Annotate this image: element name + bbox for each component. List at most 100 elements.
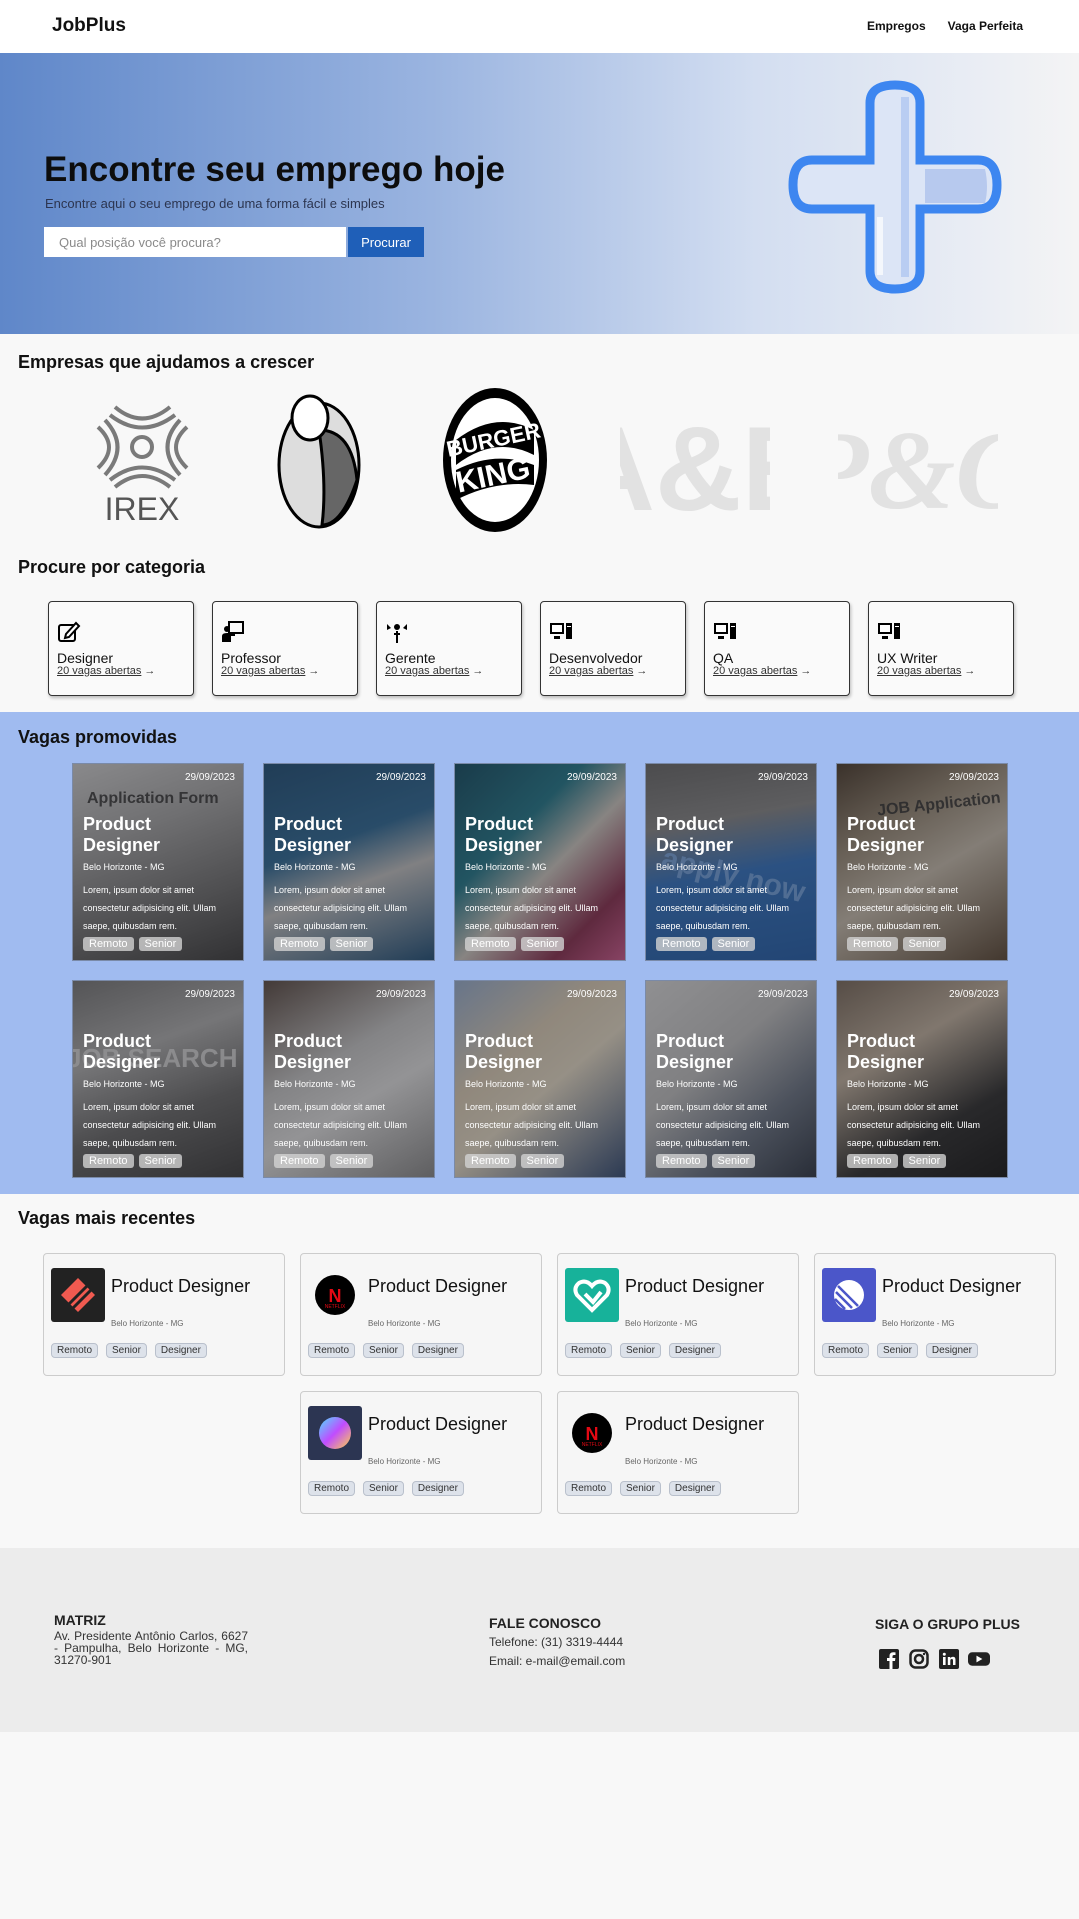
- job-tags: Remoto Senior: [656, 1154, 756, 1168]
- category-card-qa[interactable]: QA 20 vagas abertas →: [704, 601, 850, 696]
- person-logo: [272, 390, 367, 530]
- arrow-right-icon: →: [144, 665, 156, 677]
- job-title: Product Designer: [368, 1276, 508, 1296]
- recent-job-card[interactable]: N NETFLIX Product Designer Belo Horizonte…: [557, 1391, 799, 1514]
- category-card-designer[interactable]: Designer 20 vagas abertas →: [48, 601, 194, 696]
- category-openings-link[interactable]: 20 vagas abertas →: [57, 665, 155, 677]
- job-tags: Remoto Senior Designer: [51, 1343, 207, 1358]
- job-tag: Remoto: [656, 1154, 707, 1168]
- promoted-job-card[interactable]: JOB Application 29/09/2023 Product Desig…: [836, 763, 1008, 961]
- promoted-job-card[interactable]: 29/09/2023 Product Designer Belo Horizon…: [454, 763, 626, 961]
- social-links: [878, 1648, 990, 1670]
- category-name: UX Writer: [877, 650, 938, 666]
- category-name: Professor: [221, 650, 281, 666]
- job-description: Lorem, ipsum dolor sit amet consectetur …: [656, 885, 790, 931]
- category-openings-link[interactable]: 20 vagas abertas →: [221, 665, 319, 677]
- promoted-job-card[interactable]: 29/09/2023 Product Designer Belo Horizon…: [454, 980, 626, 1178]
- job-tags: Remoto Senior: [465, 937, 565, 951]
- footer-address: Av. Presidente Antônio Carlos, 6627 - Pa…: [54, 1629, 248, 1667]
- promoted-job-card[interactable]: 29/09/2023 Product Designer Belo Horizon…: [263, 763, 435, 961]
- recent-job-card[interactable]: Product Designer Belo Horizonte - MG Rem…: [300, 1391, 542, 1514]
- job-tag: Senior: [329, 937, 374, 951]
- job-search-input[interactable]: [44, 227, 346, 257]
- recent-job-card[interactable]: N NETFLIX Product Designer Belo Horizonte…: [300, 1253, 542, 1376]
- job-title: Product Designer: [625, 1276, 765, 1296]
- gradient-orb-logo: [308, 1406, 362, 1460]
- job-description: Lorem, ipsum dolor sit amet consectetur …: [465, 885, 599, 931]
- job-tags: Remoto Senior: [83, 937, 183, 951]
- promoted-job-card[interactable]: 29/09/2023 Product Designer Belo Horizon…: [836, 980, 1008, 1178]
- job-tag: Senior: [329, 1154, 374, 1168]
- promoted-job-card[interactable]: 29/09/2023 Product Designer Belo Horizon…: [263, 980, 435, 1178]
- job-tags: Remoto Senior: [83, 1154, 183, 1168]
- promoted-job-card[interactable]: Application Form 29/09/2023 Product Desi…: [72, 763, 244, 961]
- footer-social-title: SIGA O GRUPO PLUS: [875, 1616, 1020, 1632]
- categories-section-title: Procure por categoria: [18, 557, 206, 577]
- job-tag: Senior: [902, 1154, 947, 1168]
- job-tag: Senior: [138, 1154, 183, 1168]
- job-tag: Remoto: [465, 937, 516, 951]
- job-tag: Senior: [620, 1343, 661, 1358]
- pg-logo: P&G: [838, 390, 998, 530]
- category-openings-link[interactable]: 20 vagas abertas →: [877, 665, 975, 677]
- svg-text:N: N: [586, 1424, 599, 1444]
- job-location: Belo Horizonte - MG: [465, 862, 547, 872]
- job-tag: Remoto: [847, 937, 898, 951]
- facebook-icon[interactable]: [878, 1648, 900, 1670]
- irex-logo: IREX: [95, 390, 190, 530]
- job-location: Belo Horizonte - MG: [847, 1079, 929, 1089]
- job-location: Belo Horizonte - MG: [368, 1319, 441, 1328]
- promoted-section-title: Vagas promovidas: [18, 727, 178, 747]
- job-title: Product Designer: [656, 814, 734, 855]
- promoted-job-card[interactable]: JOB SEARCH 29/09/2023 Product Designer B…: [72, 980, 244, 1178]
- job-tags: Remoto Senior Designer: [565, 1343, 721, 1358]
- job-location: Belo Horizonte - MG: [83, 1079, 165, 1089]
- recent-job-card[interactable]: Product Designer Belo Horizonte - MG Rem…: [557, 1253, 799, 1376]
- svg-text:IREX: IREX: [105, 491, 180, 525]
- svg-text:N: N: [329, 1286, 342, 1306]
- job-tag: Senior: [363, 1343, 404, 1358]
- computer-icon: [878, 623, 900, 639]
- nav-link-vaga-perfeita[interactable]: Vaga Perfeita: [948, 19, 1023, 33]
- job-description: Lorem, ipsum dolor sit amet consectetur …: [274, 1102, 408, 1148]
- job-tag: Designer: [668, 1481, 721, 1496]
- job-title: Product Designer: [847, 1031, 925, 1072]
- computer-icon: [550, 623, 572, 639]
- recent-section-title: Vagas mais recentes: [18, 1208, 196, 1228]
- plus-cross-illustration: [788, 80, 1002, 294]
- category-card-gerente[interactable]: Gerente 20 vagas abertas →: [376, 601, 522, 696]
- svg-text:A&E: A&E: [620, 402, 770, 530]
- category-card-professor[interactable]: Professor 20 vagas abertas →: [212, 601, 358, 696]
- recent-job-card[interactable]: Product Designer Belo Horizonte - MG Rem…: [814, 1253, 1056, 1376]
- promoted-job-card[interactable]: apply now 29/09/2023 Product Designer Be…: [645, 763, 817, 961]
- job-tag: Senior: [363, 1481, 404, 1496]
- instagram-icon[interactable]: [908, 1648, 930, 1670]
- linear-logo: [822, 1268, 876, 1322]
- youtube-icon[interactable]: [968, 1648, 990, 1670]
- category-card-desenvolvedor[interactable]: Desenvolvedor 20 vagas abertas →: [540, 601, 686, 696]
- job-description: Lorem, ipsum dolor sit amet consectetur …: [83, 1102, 217, 1148]
- linkedin-icon[interactable]: [938, 1648, 960, 1670]
- promoted-job-card[interactable]: 29/09/2023 Product Designer Belo Horizon…: [645, 980, 817, 1178]
- job-tag: Designer: [411, 1481, 464, 1496]
- job-description: Lorem, ipsum dolor sit amet consectetur …: [847, 885, 981, 931]
- recent-job-card[interactable]: Product Designer Belo Horizonte - MG Rem…: [43, 1253, 285, 1376]
- job-tag: Remoto: [51, 1343, 99, 1358]
- category-openings-link[interactable]: 20 vagas abertas →: [385, 665, 483, 677]
- job-location: Belo Horizonte - MG: [111, 1319, 184, 1328]
- nav-link-empregos[interactable]: Empregos: [867, 19, 926, 33]
- job-date: 29/09/2023: [948, 989, 999, 1000]
- brand-logo[interactable]: JobPlus: [52, 15, 126, 37]
- job-tag: Senior: [106, 1343, 147, 1358]
- category-openings-link[interactable]: 20 vagas abertas →: [713, 665, 811, 677]
- search-button[interactable]: Procurar: [348, 227, 424, 257]
- job-location: Belo Horizonte - MG: [465, 1079, 547, 1089]
- job-location: Belo Horizonte - MG: [847, 862, 929, 872]
- category-openings-link[interactable]: 20 vagas abertas →: [549, 665, 647, 677]
- job-title: Product Designer: [83, 1031, 161, 1072]
- job-tags: Remoto Senior Designer: [308, 1481, 464, 1496]
- arrow-right-icon: →: [472, 665, 484, 677]
- hero-subtitle: Encontre aqui o seu emprego de uma forma…: [45, 196, 385, 211]
- category-card-ux-writer[interactable]: UX Writer 20 vagas abertas →: [868, 601, 1014, 696]
- job-date: 29/09/2023: [184, 989, 235, 1000]
